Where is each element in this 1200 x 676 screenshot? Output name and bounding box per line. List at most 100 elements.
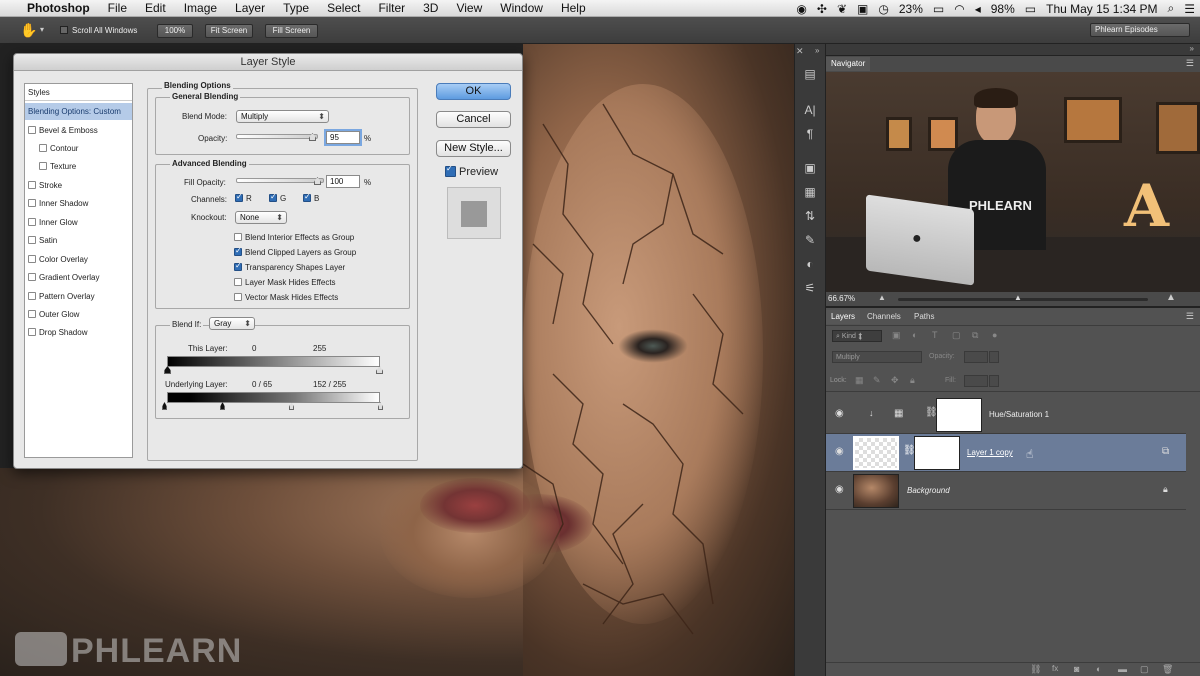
menu-filter[interactable]: Filter xyxy=(369,1,414,15)
new-layer-icon[interactable]: ▢ xyxy=(1140,664,1149,675)
fill-opacity-slider-track[interactable] xyxy=(236,178,324,183)
layer-row-hue-saturation[interactable]: ◉ ↓ ▦ ⛓︎ Hue/Saturation 1 xyxy=(826,396,1186,434)
menu-layer[interactable]: Layer xyxy=(226,1,274,15)
checkbox[interactable] xyxy=(234,232,242,241)
menu-select[interactable]: Select xyxy=(318,1,369,15)
visibility-eye-icon[interactable]: ◉ xyxy=(835,485,847,495)
battery-status[interactable]: 98% xyxy=(986,2,1020,16)
navigator-menu-icon[interactable]: ☰ xyxy=(1186,58,1194,69)
filter-smartobject-icon[interactable]: ⧉ xyxy=(972,330,978,341)
style-gradient-overlay[interactable]: Gradient Overlay xyxy=(25,269,132,286)
checkbox[interactable] xyxy=(28,272,36,281)
style-texture[interactable]: Texture xyxy=(25,158,132,175)
close-panel-icon[interactable]: ✕ xyxy=(796,46,804,57)
dialog-title[interactable]: Layer Style xyxy=(14,54,522,71)
tab-layers[interactable]: Layers xyxy=(826,310,861,324)
blend-if-select[interactable]: Gray xyxy=(209,317,255,330)
checkbox[interactable] xyxy=(39,161,47,170)
tool-preset-dropdown[interactable]: ▾ xyxy=(40,25,44,34)
checkbox[interactable] xyxy=(28,217,36,226)
filter-pixel-icon[interactable]: ▣ xyxy=(892,330,901,341)
menu-view[interactable]: View xyxy=(447,1,491,15)
layer-fill-input[interactable] xyxy=(964,375,988,387)
layer-mask-hides-option[interactable]: Layer Mask Hides Effects xyxy=(234,277,336,287)
volume-icon[interactable]: ◂ xyxy=(970,2,986,16)
adjustments-icon[interactable]: ◐ xyxy=(801,256,819,272)
collapse-panel-icon[interactable]: » xyxy=(815,46,819,55)
lock-all-icon[interactable]: 🔒︎ xyxy=(910,375,915,386)
menu-image[interactable]: Image xyxy=(175,1,226,15)
lock-position-icon[interactable]: ✥ xyxy=(891,375,899,386)
style-satin[interactable]: Satin xyxy=(25,232,132,249)
styles-icon[interactable]: ⇅ xyxy=(801,208,819,224)
checkbox[interactable] xyxy=(28,198,36,207)
history-icon[interactable]: ▤ xyxy=(801,66,819,82)
new-group-icon[interactable]: ▬ xyxy=(1118,664,1127,674)
checkbox[interactable] xyxy=(28,180,36,189)
fit-screen-button[interactable]: Fit Screen xyxy=(205,24,253,38)
navigator-zoom-thumb[interactable]: ▲ xyxy=(1014,293,1022,302)
layer-opacity-input[interactable] xyxy=(964,351,988,363)
new-style-button[interactable]: New Style... xyxy=(436,140,511,157)
style-bevel-emboss[interactable]: Bevel & Emboss xyxy=(25,122,132,139)
checkbox[interactable] xyxy=(28,291,36,300)
tool-presets-icon[interactable]: ⚟ xyxy=(801,280,819,296)
fill-screen-button[interactable]: Fill Screen xyxy=(265,24,318,38)
menu-file[interactable]: File xyxy=(99,1,136,15)
checkbox[interactable] xyxy=(234,277,242,286)
checkbox[interactable] xyxy=(269,192,277,202)
background-thumbnail[interactable] xyxy=(853,474,899,508)
paragraph-icon[interactable]: ¶ xyxy=(801,126,819,142)
layers-menu-icon[interactable]: ☰ xyxy=(1186,311,1194,322)
channel-b-checkbox[interactable]: B xyxy=(303,192,319,203)
clock-icon[interactable]: ◷ xyxy=(873,2,893,16)
notification-center-icon[interactable]: ☰ xyxy=(1179,2,1200,16)
channel-g-checkbox[interactable]: G xyxy=(269,192,286,203)
tab-paths[interactable]: Paths xyxy=(909,310,939,324)
lock-image-icon[interactable]: ✎ xyxy=(873,375,881,386)
knockout-select[interactable]: None xyxy=(235,211,287,224)
style-inner-glow[interactable]: Inner Glow xyxy=(25,214,132,231)
layer-thumbnail[interactable] xyxy=(853,436,899,470)
add-style-icon[interactable]: fx xyxy=(1052,664,1058,673)
filter-type-icon[interactable]: T xyxy=(932,330,938,340)
layer-row-layer-1-copy[interactable]: ◉ ⛓︎ Layer 1 copy ☝︎ ⧉ xyxy=(826,434,1186,472)
blend-mode-select[interactable]: Multiply xyxy=(236,110,329,123)
preview-checkbox[interactable]: Preview xyxy=(445,164,498,178)
layer-opacity-dropdown[interactable] xyxy=(989,351,999,363)
navigator-thumbnail[interactable]: PHLEARN ● A xyxy=(826,72,1200,292)
brush-icon[interactable]: ✎ xyxy=(801,232,819,248)
lock-transparent-icon[interactable]: ▦ xyxy=(855,375,864,386)
style-inner-shadow[interactable]: Inner Shadow xyxy=(25,195,132,212)
datetime[interactable]: Thu May 15 1:34 PM xyxy=(1041,2,1162,16)
panel-collapse-icon[interactable]: » xyxy=(1190,44,1194,53)
styles-header[interactable]: Styles xyxy=(25,84,132,101)
visibility-eye-icon[interactable]: ◉ xyxy=(835,447,847,457)
dropbox-icon[interactable]: ✣ xyxy=(812,2,832,16)
style-outer-glow[interactable]: Outer Glow xyxy=(25,306,132,323)
camera-icon[interactable]: ▣ xyxy=(852,2,873,16)
menu-type[interactable]: Type xyxy=(274,1,318,15)
menu-edit[interactable]: Edit xyxy=(136,1,175,15)
opacity-slider-track[interactable] xyxy=(236,134,318,139)
tab-channels[interactable]: Channels xyxy=(862,310,906,324)
checkbox[interactable] xyxy=(445,164,456,177)
checkbox[interactable] xyxy=(235,192,243,202)
style-pattern-overlay[interactable]: Pattern Overlay xyxy=(25,288,132,305)
style-color-overlay[interactable]: Color Overlay xyxy=(25,251,132,268)
filter-toggle-icon[interactable]: ● xyxy=(992,330,997,340)
ok-button[interactable]: OK xyxy=(436,83,511,100)
creative-cloud-icon[interactable]: ◉ xyxy=(791,2,811,16)
layer-name[interactable]: Layer 1 copy xyxy=(967,448,1013,457)
layer-name[interactable]: Hue/Saturation 1 xyxy=(989,410,1049,419)
workspace-switcher[interactable]: Phlearn Episodes xyxy=(1090,23,1190,37)
battery-percent[interactable]: 23% xyxy=(894,2,928,16)
checkbox[interactable] xyxy=(303,192,311,202)
checkbox[interactable] xyxy=(28,235,36,244)
checkbox[interactable] xyxy=(28,254,36,263)
layer-blend-mode-select[interactable]: Multiply xyxy=(832,351,922,363)
cancel-button[interactable]: Cancel xyxy=(436,111,511,128)
opacity-input[interactable]: 95 xyxy=(324,129,362,146)
underlying-layer-gradient[interactable] xyxy=(167,392,380,403)
scroll-all-windows-checkbox[interactable] xyxy=(60,26,68,34)
